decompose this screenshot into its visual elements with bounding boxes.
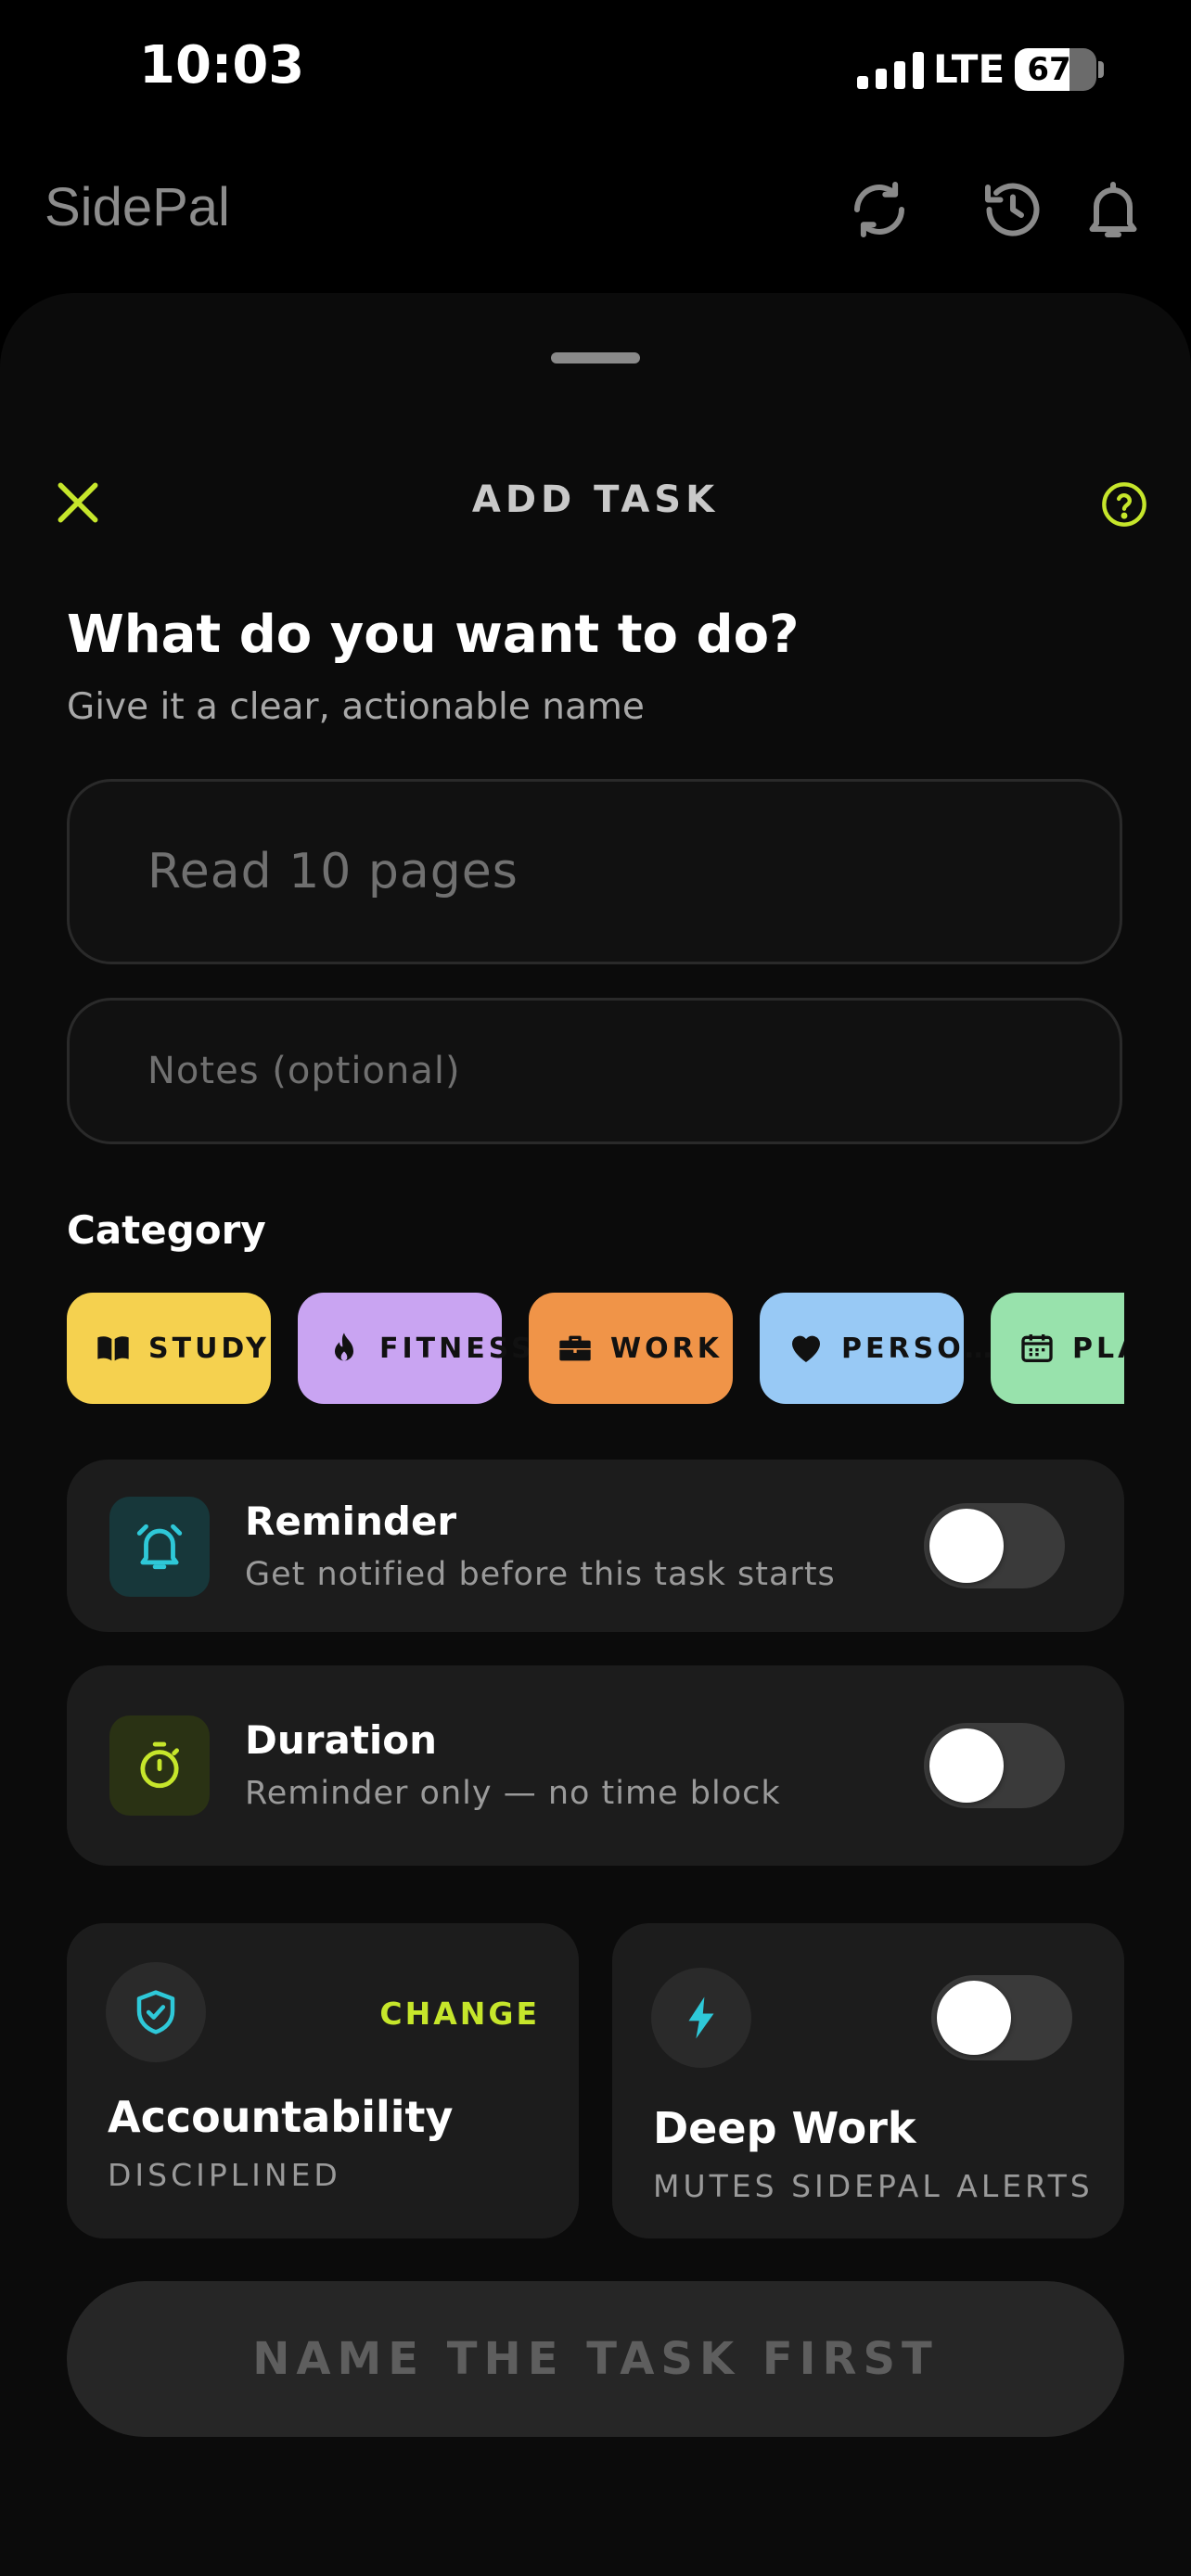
- notes-field[interactable]: [67, 998, 1122, 1144]
- sheet-title: ADD TASK: [471, 478, 720, 521]
- category-label: Category: [67, 1207, 266, 1253]
- page-subheading: Give it a clear, actionable name: [67, 686, 645, 728]
- accountability-title: Accountability: [108, 2092, 454, 2142]
- chip-fitness[interactable]: FITNESS: [298, 1293, 531, 1404]
- toggle-knob: [937, 1981, 1011, 2055]
- chip-personal[interactable]: PERSO…: [760, 1293, 992, 1404]
- briefcase-icon: [557, 1330, 594, 1367]
- battery-icon: 67: [1015, 48, 1096, 91]
- heart-icon: [788, 1330, 825, 1367]
- chip-work[interactable]: WORK: [529, 1293, 733, 1404]
- network-label: LTE: [933, 46, 1005, 92]
- chip-label: PLA: [1072, 1332, 1124, 1365]
- chip-study[interactable]: STUDY: [67, 1293, 271, 1404]
- signal-icon: [857, 52, 924, 89]
- notes-input[interactable]: [70, 1001, 1120, 1141]
- deep-work-subtitle: MUTES SIDEPAL ALERTS: [653, 2168, 1094, 2204]
- duration-toggle[interactable]: [924, 1723, 1065, 1808]
- toggle-knob: [929, 1728, 1004, 1803]
- chip-label: FITNESS: [379, 1332, 535, 1365]
- close-icon[interactable]: [52, 477, 104, 529]
- app-title: SidePal: [45, 177, 230, 237]
- duration-subtitle: Reminder only — no time block: [245, 1775, 781, 1812]
- calendar-icon: [1018, 1330, 1056, 1367]
- submit-task-button[interactable]: NAME THE TASK FIRST: [67, 2281, 1124, 2437]
- battery-nub: [1098, 61, 1104, 78]
- alarm-bell-icon: [109, 1497, 210, 1597]
- reminder-title: Reminder: [245, 1498, 457, 1544]
- battery-percent: 67: [1027, 51, 1071, 88]
- bell-icon[interactable]: [1080, 176, 1146, 243]
- stopwatch-icon: [109, 1715, 210, 1816]
- change-accountability-button[interactable]: CHANGE: [379, 1996, 540, 2032]
- chip-label: STUDY: [148, 1332, 270, 1365]
- sheet-grabber[interactable]: [551, 352, 640, 363]
- sync-icon[interactable]: [846, 176, 913, 243]
- reminder-toggle[interactable]: [924, 1503, 1065, 1588]
- shield-check-icon: [106, 1962, 206, 2062]
- task-name-input[interactable]: [70, 782, 1120, 962]
- history-icon[interactable]: [980, 176, 1046, 243]
- lightning-icon: [651, 1968, 751, 2068]
- accountability-level: DISCIPLINED: [108, 2157, 341, 2193]
- accountability-card[interactable]: CHANGE Accountability DISCIPLINED: [67, 1923, 579, 2238]
- deep-work-card: Deep Work MUTES SIDEPAL ALERTS: [612, 1923, 1124, 2238]
- category-chips: STUDY FITNESS WORK PERSO… PLA: [67, 1293, 1124, 1406]
- reminder-card: Reminder Get notified before this task s…: [67, 1460, 1124, 1632]
- book-icon: [95, 1330, 132, 1367]
- status-time: 10:03: [139, 35, 305, 96]
- deep-work-title: Deep Work: [653, 2103, 916, 2153]
- task-name-field[interactable]: [67, 779, 1122, 964]
- duration-title: Duration: [245, 1717, 438, 1763]
- page-heading: What do you want to do?: [67, 605, 800, 665]
- chip-label: WORK: [610, 1332, 723, 1365]
- reminder-subtitle: Get notified before this task starts: [245, 1556, 836, 1593]
- duration-card: Duration Reminder only — no time block: [67, 1665, 1124, 1866]
- chip-planning[interactable]: PLA: [991, 1293, 1124, 1404]
- flame-icon: [326, 1330, 363, 1367]
- deep-work-toggle[interactable]: [931, 1975, 1072, 2060]
- chip-label: PERSO…: [841, 1332, 996, 1365]
- help-icon[interactable]: [1100, 480, 1148, 529]
- toggle-knob: [929, 1509, 1004, 1583]
